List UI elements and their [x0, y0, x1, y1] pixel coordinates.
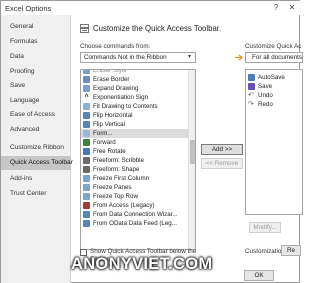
- list-item[interactable]: Expand Drawing: [81, 84, 189, 93]
- remove-button[interactable]: << Remove: [201, 158, 243, 169]
- choose-commands-dropdown[interactable]: Commands Not in the Ribbon ▾: [80, 52, 196, 63]
- caret-icon: ^: [84, 94, 89, 101]
- flip-vertical-icon: [83, 121, 90, 128]
- rotate-icon: [83, 148, 90, 155]
- list-item[interactable]: ^ Exponentiation Sign: [81, 93, 189, 102]
- page-title: Customize the Quick Access Toolbar.: [93, 24, 222, 33]
- undo-icon: ↶: [248, 92, 254, 99]
- fit-drawing-icon: [83, 103, 90, 110]
- list-item[interactable]: Save: [246, 82, 302, 91]
- sidebar-item-language[interactable]: Language: [1, 94, 71, 108]
- list-item[interactable]: Freeform: Scribble: [81, 156, 189, 165]
- sidebar-item-add-ins[interactable]: Add-ins: [1, 172, 71, 186]
- scribble-icon: [83, 157, 90, 164]
- list-item[interactable]: Erase Border: [81, 75, 189, 84]
- erase-border-icon: [83, 76, 90, 83]
- title-bar: Excel Options ? ✕: [1, 1, 301, 15]
- help-button[interactable]: ?: [271, 3, 281, 13]
- qat-listbox[interactable]: AutoSave Save ↶ Undo ↷ Redo: [245, 69, 303, 215]
- list-item[interactable]: Freeze First Column: [81, 174, 189, 183]
- modify-button[interactable]: Modify...: [249, 222, 281, 233]
- list-item[interactable]: Flip Horizontal: [81, 111, 189, 120]
- list-item[interactable]: AutoSave: [246, 73, 302, 82]
- sidebar-item-customize-ribbon[interactable]: Customize Ribbon: [1, 141, 71, 155]
- excel-options-window: Excel Options ? ✕ General Formulas Data …: [0, 0, 303, 283]
- sidebar-item-quick-access-toolbar[interactable]: Quick Access Toolbar: [1, 156, 73, 170]
- list-item[interactable]: ↷ Redo: [246, 100, 302, 109]
- sidebar-item-data[interactable]: Data: [1, 50, 71, 64]
- scrollbar-thumb[interactable]: [190, 140, 195, 164]
- choose-commands-value: Commands Not in the Ribbon: [84, 54, 167, 61]
- customize-qat-label: Customize Quick Ac: [245, 43, 302, 50]
- chevron-down-icon: ▾: [187, 54, 191, 60]
- sidebar-item-advanced[interactable]: Advanced: [1, 123, 71, 137]
- customize-qat-value: For all documents: [252, 54, 303, 61]
- commands-listbox[interactable]: Eraser Style Erase Border Expand Drawing…: [80, 69, 196, 250]
- commands-scrollbar[interactable]: [188, 70, 195, 249]
- sidebar-item-ease-of-access[interactable]: Ease of Access: [1, 108, 71, 122]
- autosave-icon: [248, 74, 255, 81]
- add-button[interactable]: Add >>: [201, 144, 243, 155]
- freeze-row-icon: [83, 193, 90, 200]
- flip-horizontal-icon: [83, 112, 90, 119]
- list-item[interactable]: From OData Data Feed (Leg...: [81, 219, 189, 228]
- list-item[interactable]: ↶ Undo: [246, 91, 302, 100]
- list-item[interactable]: Flip Vertical: [81, 120, 189, 129]
- list-item[interactable]: Forward: [81, 138, 189, 147]
- sidebar-item-save[interactable]: Save: [1, 79, 71, 93]
- list-item[interactable]: Freeform: Shape: [81, 165, 189, 174]
- sidebar-item-formulas[interactable]: Formulas: [1, 35, 71, 49]
- freeform-icon: [83, 166, 90, 173]
- list-item[interactable]: Freeze Top Row: [81, 192, 189, 201]
- close-button[interactable]: ✕: [287, 3, 297, 13]
- reset-button[interactable]: Re: [281, 245, 301, 256]
- sidebar-item-proofing[interactable]: Proofing: [1, 65, 71, 79]
- sidebar: General Formulas Data Proofing Save Lang…: [1, 15, 73, 283]
- eraser-icon: [83, 70, 90, 74]
- show-below-ribbon-label: Show Quick Access Toolbar below the: [90, 248, 197, 255]
- arrow-right-icon: [235, 54, 244, 61]
- form-icon: [83, 130, 90, 137]
- choose-commands-label: Choose commands from:: [80, 43, 151, 50]
- customize-qat-dropdown[interactable]: For all documents: [245, 52, 303, 63]
- save-icon: [248, 83, 255, 90]
- redo-icon: ↷: [248, 101, 254, 108]
- ok-button[interactable]: OK: [244, 270, 274, 281]
- quick-access-toolbar-icon: [80, 24, 89, 33]
- main-panel: Customize the Quick Access Toolbar. Choo…: [71, 15, 303, 283]
- list-item[interactable]: Free Rotate: [81, 147, 189, 156]
- expand-drawing-icon: [83, 85, 90, 92]
- access-icon: [83, 202, 90, 209]
- sidebar-item-general[interactable]: General: [1, 20, 71, 34]
- odata-feed-icon: [83, 220, 90, 227]
- window-title: Excel Options: [5, 4, 52, 13]
- list-item-selected[interactable]: Form...: [81, 129, 189, 138]
- list-item[interactable]: From Access (Legacy): [81, 201, 189, 210]
- sidebar-item-trust-center[interactable]: Trust Center: [1, 187, 71, 201]
- watermark-logo: ANONYVIET.COM: [71, 255, 213, 273]
- data-connection-icon: [83, 211, 90, 218]
- freeze-column-icon: [83, 175, 90, 182]
- freeze-panes-icon: [83, 184, 90, 191]
- list-item[interactable]: Freeze Panes: [81, 183, 189, 192]
- forward-icon: [83, 139, 90, 146]
- list-item[interactable]: Fit Drawing to Contents: [81, 102, 189, 111]
- list-item[interactable]: From Data Connection Wizar...: [81, 210, 189, 219]
